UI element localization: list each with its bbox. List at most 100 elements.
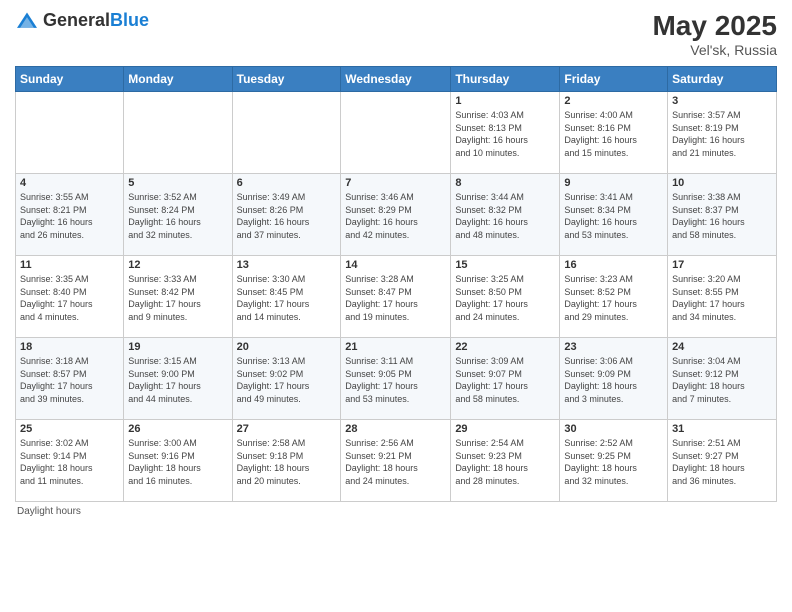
calendar-cell (232, 92, 341, 174)
calendar-cell: 2 Sunrise: 4:00 AM Sunset: 8:16 PM Daylig… (560, 92, 668, 174)
day-detail: Sunrise: 3:11 AM Sunset: 9:05 PM Dayligh… (345, 355, 446, 405)
day-number: 16 (564, 259, 663, 271)
day-number: 31 (672, 423, 772, 435)
day-number: 8 (455, 177, 555, 189)
calendar-cell: 13Sunrise: 3:30 AM Sunset: 8:45 PM Dayli… (232, 256, 341, 338)
calendar-cell: 5 Sunrise: 3:52 AM Sunset: 8:24 PM Daylig… (124, 174, 232, 256)
day-detail: Sunrise: 3:49 AM Sunset: 8:26 PM Dayligh… (237, 191, 337, 241)
day-number: 22 (455, 341, 555, 353)
day-detail: Sunrise: 3:44 AM Sunset: 8:32 PM Dayligh… (455, 191, 555, 241)
day-detail: Sunrise: 3:06 AM Sunset: 9:09 PM Dayligh… (564, 355, 663, 405)
calendar-cell: 7Sunrise: 3:46 AM Sunset: 8:29 PM Daylig… (341, 174, 451, 256)
day-detail: Sunrise: 3:55 AM Sunset: 8:21 PM Dayligh… (20, 191, 119, 241)
weekday-header-thursday: Thursday (451, 67, 560, 92)
day-number: 10 (672, 177, 772, 189)
day-number: 23 (564, 341, 663, 353)
day-number: 5 (128, 177, 227, 189)
day-number: 17 (672, 259, 772, 271)
calendar-cell: 22 Sunrise: 3:09 AM Sunset: 9:07 PM Dayli… (451, 338, 560, 420)
day-number: 11 (20, 259, 119, 271)
calendar-cell (16, 92, 124, 174)
day-number: 2 (564, 95, 663, 107)
footer: Daylight hours (15, 506, 777, 517)
day-detail: Sunrise: 3:41 AM Sunset: 8:34 PM Dayligh… (564, 191, 663, 241)
weekday-header-row: SundayMondayTuesdayWednesdayThursdayFrid… (16, 67, 777, 92)
day-detail: Sunrise: 4:00 AM Sunset: 8:16 PM Dayligh… (564, 109, 663, 159)
day-number: 1 (455, 95, 555, 107)
weekday-header-friday: Friday (560, 67, 668, 92)
day-detail: Sunrise: 3:52 AM Sunset: 8:24 PM Dayligh… (128, 191, 227, 241)
calendar-cell: 23 Sunrise: 3:06 AM Sunset: 9:09 PM Dayli… (560, 338, 668, 420)
day-detail: Sunrise: 3:13 AM Sunset: 9:02 PM Dayligh… (237, 355, 337, 405)
day-number: 26 (128, 423, 227, 435)
day-detail: Sunrise: 2:58 AM Sunset: 9:18 PM Dayligh… (237, 437, 337, 487)
calendar-cell: 4 Sunrise: 3:55 AM Sunset: 8:21 PM Daylig… (16, 174, 124, 256)
calendar-cell: 31Sunrise: 2:51 AM Sunset: 9:27 PM Dayli… (668, 420, 777, 502)
calendar-cell: 9 Sunrise: 3:41 AM Sunset: 8:34 PM Daylig… (560, 174, 668, 256)
weekday-header-tuesday: Tuesday (232, 67, 341, 92)
calendar-cell: 10 Sunrise: 3:38 AM Sunset: 8:37 PM Dayli… (668, 174, 777, 256)
day-number: 12 (128, 259, 227, 271)
day-detail: Sunrise: 3:35 AM Sunset: 8:40 PM Dayligh… (20, 273, 119, 323)
calendar-cell: 11 Sunrise: 3:35 AM Sunset: 8:40 PM Dayli… (16, 256, 124, 338)
day-detail: Sunrise: 2:56 AM Sunset: 9:21 PM Dayligh… (345, 437, 446, 487)
title-block: May 2025 Vel'sk, Russia (652, 10, 777, 58)
day-number: 24 (672, 341, 772, 353)
generalblue-icon (15, 11, 39, 31)
day-detail: Sunrise: 3:02 AM Sunset: 9:14 PM Dayligh… (20, 437, 119, 487)
calendar-cell: 24 Sunrise: 3:04 AM Sunset: 9:12 PM Dayli… (668, 338, 777, 420)
day-number: 19 (128, 341, 227, 353)
calendar-cell: 29Sunrise: 2:54 AM Sunset: 9:23 PM Dayli… (451, 420, 560, 502)
day-detail: Sunrise: 3:15 AM Sunset: 9:00 PM Dayligh… (128, 355, 227, 405)
calendar-cell: 14 Sunrise: 3:28 AM Sunset: 8:47 PM Dayli… (341, 256, 451, 338)
calendar-cell: 16 Sunrise: 3:23 AM Sunset: 8:52 PM Dayli… (560, 256, 668, 338)
day-detail: Sunrise: 2:52 AM Sunset: 9:25 PM Dayligh… (564, 437, 663, 487)
day-number: 4 (20, 177, 119, 189)
day-number: 14 (345, 259, 446, 271)
weekday-header-monday: Monday (124, 67, 232, 92)
weekday-header-saturday: Saturday (668, 67, 777, 92)
location-subtitle: Vel'sk, Russia (652, 42, 777, 58)
header: GeneralBlue May 2025 Vel'sk, Russia (15, 10, 777, 58)
day-number: 20 (237, 341, 337, 353)
day-detail: Sunrise: 3:00 AM Sunset: 9:16 PM Dayligh… (128, 437, 227, 487)
day-number: 29 (455, 423, 555, 435)
calendar-cell: 27 Sunrise: 2:58 AM Sunset: 9:18 PM Dayli… (232, 420, 341, 502)
calendar-cell (124, 92, 232, 174)
day-detail: Sunrise: 3:04 AM Sunset: 9:12 PM Dayligh… (672, 355, 772, 405)
day-number: 27 (237, 423, 337, 435)
week-row-3: 11 Sunrise: 3:35 AM Sunset: 8:40 PM Dayli… (16, 256, 777, 338)
day-detail: Sunrise: 4:03 AM Sunset: 8:13 PM Dayligh… (455, 109, 555, 159)
weekday-header-sunday: Sunday (16, 67, 124, 92)
calendar-cell: 25Sunrise: 3:02 AM Sunset: 9:14 PM Dayli… (16, 420, 124, 502)
day-number: 9 (564, 177, 663, 189)
calendar-cell: 19 Sunrise: 3:15 AM Sunset: 9:00 PM Dayli… (124, 338, 232, 420)
calendar-cell: 17 Sunrise: 3:20 AM Sunset: 8:55 PM Dayli… (668, 256, 777, 338)
calendar-cell: 3 Sunrise: 3:57 AM Sunset: 8:19 PM Daylig… (668, 92, 777, 174)
day-detail: Sunrise: 3:09 AM Sunset: 9:07 PM Dayligh… (455, 355, 555, 405)
calendar-cell: 1 Sunrise: 4:03 AM Sunset: 8:13 PM Daylig… (451, 92, 560, 174)
calendar-cell: 12 Sunrise: 3:33 AM Sunset: 8:42 PM Dayli… (124, 256, 232, 338)
day-detail: Sunrise: 3:28 AM Sunset: 8:47 PM Dayligh… (345, 273, 446, 323)
day-number: 21 (345, 341, 446, 353)
calendar-cell: 8 Sunrise: 3:44 AM Sunset: 8:32 PM Daylig… (451, 174, 560, 256)
calendar-cell: 21 Sunrise: 3:11 AM Sunset: 9:05 PM Dayli… (341, 338, 451, 420)
weekday-header-wednesday: Wednesday (341, 67, 451, 92)
day-detail: Sunrise: 3:33 AM Sunset: 8:42 PM Dayligh… (128, 273, 227, 323)
day-detail: Sunrise: 3:57 AM Sunset: 8:19 PM Dayligh… (672, 109, 772, 159)
day-detail: Sunrise: 3:46 AM Sunset: 8:29 PM Dayligh… (345, 191, 446, 241)
page: GeneralBlue May 2025 Vel'sk, Russia Sund… (0, 0, 792, 612)
week-row-4: 18Sunrise: 3:18 AM Sunset: 8:57 PM Dayli… (16, 338, 777, 420)
day-number: 3 (672, 95, 772, 107)
calendar-cell: 6Sunrise: 3:49 AM Sunset: 8:26 PM Daylig… (232, 174, 341, 256)
calendar-cell: 30Sunrise: 2:52 AM Sunset: 9:25 PM Dayli… (560, 420, 668, 502)
day-detail: Sunrise: 3:23 AM Sunset: 8:52 PM Dayligh… (564, 273, 663, 323)
calendar-cell: 26 Sunrise: 3:00 AM Sunset: 9:16 PM Dayli… (124, 420, 232, 502)
day-number: 15 (455, 259, 555, 271)
calendar-cell: 15Sunrise: 3:25 AM Sunset: 8:50 PM Dayli… (451, 256, 560, 338)
day-detail: Sunrise: 3:38 AM Sunset: 8:37 PM Dayligh… (672, 191, 772, 241)
calendar-cell: 28Sunrise: 2:56 AM Sunset: 9:21 PM Dayli… (341, 420, 451, 502)
calendar-cell: 20 Sunrise: 3:13 AM Sunset: 9:02 PM Dayli… (232, 338, 341, 420)
month-year-title: May 2025 (652, 10, 777, 42)
day-detail: Sunrise: 3:20 AM Sunset: 8:55 PM Dayligh… (672, 273, 772, 323)
